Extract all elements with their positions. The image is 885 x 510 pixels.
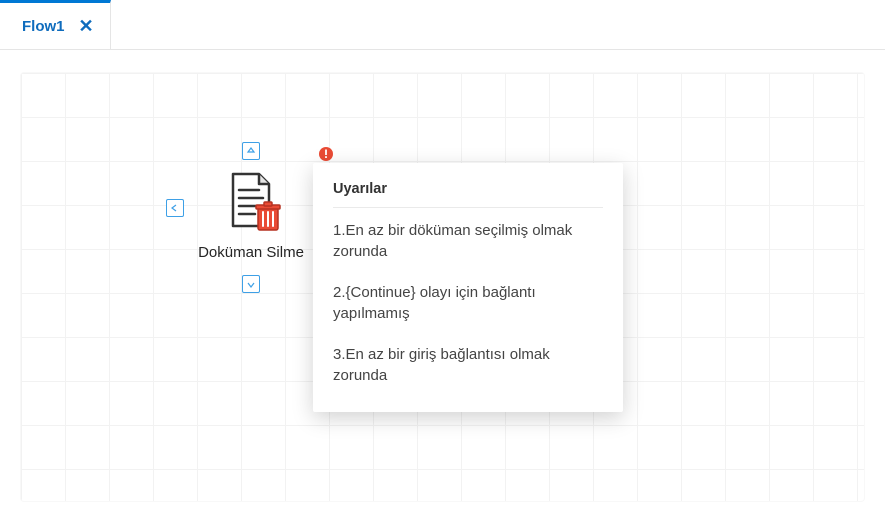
handle-left[interactable]: [166, 199, 184, 217]
tab-bar: Flow1 ✕: [0, 0, 885, 50]
tooltip-title: Uyarılar: [333, 179, 603, 208]
warning-badge: [318, 146, 334, 162]
handle-top[interactable]: [242, 142, 260, 160]
tooltip-item: 1.En az bir döküman seçilmiş olmak zorun…: [333, 220, 603, 262]
arrow-left-icon: [170, 203, 180, 213]
tab-label: Flow1: [22, 18, 65, 35]
arrow-up-icon: [246, 146, 256, 156]
document-delete-icon: [219, 168, 283, 232]
node-delete-document[interactable]: Doküman Silme: [186, 156, 316, 265]
flow-canvas[interactable]: Doküman Silme Uyarılar 1.En az bir döküm…: [20, 72, 865, 502]
tooltip-item: 3.En az bir giriş bağlantısı olmak zorun…: [333, 344, 603, 386]
tab-flow1[interactable]: Flow1 ✕: [0, 0, 111, 49]
arrow-down-icon: [246, 279, 256, 289]
warnings-tooltip: Uyarılar 1.En az bir döküman seçilmiş ol…: [313, 163, 623, 412]
close-icon[interactable]: ✕: [79, 17, 94, 35]
warning-icon: [318, 146, 334, 162]
tooltip-item: 2.{Continue} olayı için bağlantı yapılma…: [333, 282, 603, 324]
node-label: Doküman Silme: [186, 240, 316, 265]
handle-bottom[interactable]: [242, 275, 260, 293]
